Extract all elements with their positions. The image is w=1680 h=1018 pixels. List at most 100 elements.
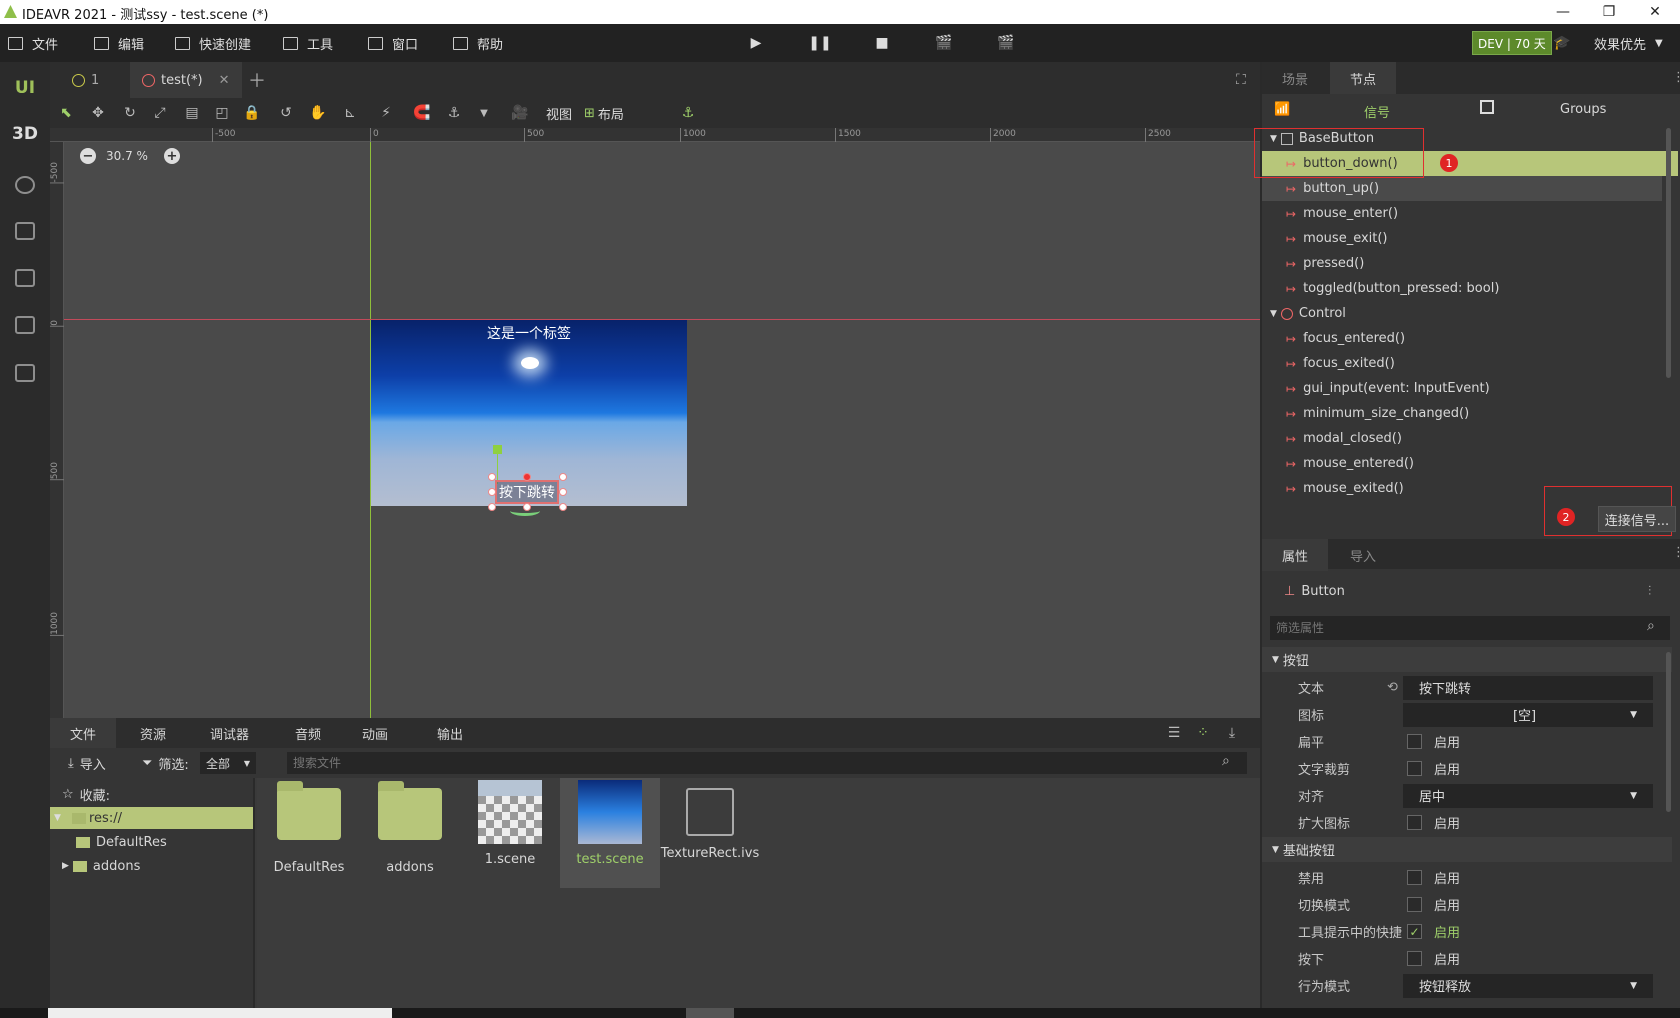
more-icon[interactable]: ⋮ <box>1672 70 1680 85</box>
menu-help[interactable]: 帮助 <box>453 24 503 62</box>
resize-handle[interactable] <box>523 473 531 481</box>
download-icon[interactable]: ⤓ <box>1222 723 1242 743</box>
action-mode-select[interactable]: 按钮释放 ▼ <box>1403 973 1653 998</box>
signal-item[interactable]: ↦ mouse_enter() <box>1262 201 1672 226</box>
file-item[interactable]: TextureRect.ivs <box>660 778 760 890</box>
maximize-button[interactable]: ❐ <box>1586 0 1632 24</box>
text-value-field[interactable]: 按下跳转 <box>1403 675 1653 700</box>
search-files-input[interactable] <box>287 752 1247 774</box>
align-select[interactable]: 居中 ▼ <box>1403 783 1653 808</box>
smart-snap-icon[interactable]: ⚓ <box>444 103 464 123</box>
add-tab-icon[interactable]: ＋ <box>248 62 266 98</box>
play-icon[interactable]: ▶ <box>744 33 768 53</box>
tab-properties[interactable]: 属性 <box>1262 539 1329 571</box>
revert-icon[interactable]: ⟲ <box>1387 680 1403 695</box>
expand-icon[interactable]: ▼ <box>54 813 61 823</box>
signal-item[interactable]: ↦ mouse_exit() <box>1262 226 1672 251</box>
tab-output[interactable]: 输出 <box>417 718 483 748</box>
stop-icon[interactable]: ■ <box>870 33 894 53</box>
zoom-in-icon[interactable]: + <box>164 148 180 164</box>
canvas-viewport[interactable]: -500 0 500 1000 1500 2000 2500 -500 0 50… <box>50 128 1260 718</box>
tab-1[interactable]: 1 <box>72 62 99 98</box>
resize-handle[interactable] <box>488 473 496 481</box>
3d-mode-button[interactable]: 3D <box>0 114 50 154</box>
disabled-checkbox[interactable] <box>1407 870 1422 885</box>
scene-label[interactable]: 这是一个标签 <box>371 323 687 343</box>
export-icon[interactable] <box>15 316 35 334</box>
play-custom-scene-icon[interactable]: 🎬 <box>994 33 1018 53</box>
menu-window[interactable]: 窗口 <box>368 24 418 62</box>
pivot-handle[interactable] <box>493 445 502 454</box>
zoom-out-icon[interactable]: − <box>80 148 96 164</box>
tab-groups[interactable]: Groups <box>1560 102 1606 117</box>
section-button[interactable]: ▼ 按钮 <box>1262 647 1672 672</box>
pivot-icon[interactable]: ↺ <box>276 103 296 123</box>
signal-item[interactable]: ↦ gui_input(event: InputEvent) <box>1262 376 1672 401</box>
filter-select[interactable]: 全部 ▼ <box>200 752 256 774</box>
play-scene-icon[interactable]: 🎬 <box>932 33 956 53</box>
section-base-button[interactable]: ▼ 基础按钮 <box>1262 837 1672 862</box>
tab-node[interactable]: 节点 <box>1330 62 1397 94</box>
pan-icon[interactable]: ✋ <box>308 103 328 123</box>
quality-dropdown[interactable]: 效果优先 ▼ <box>1594 24 1663 62</box>
resize-handle[interactable] <box>559 503 567 511</box>
close-icon[interactable]: ✕ <box>219 73 230 88</box>
signal-item[interactable]: ↦ focus_exited() <box>1262 351 1672 376</box>
tab-import[interactable]: 导入 <box>1330 539 1396 571</box>
signal-item[interactable]: ↦ toggled(button_pressed: bool) <box>1262 276 1672 301</box>
menu-quick-create[interactable]: 快速创建 <box>175 24 251 62</box>
file-item[interactable]: addons <box>360 778 460 890</box>
signal-class-control[interactable]: ▼ Control <box>1262 301 1672 326</box>
snap-icon[interactable]: 🧲 <box>412 103 432 123</box>
view-menu[interactable]: 视图 <box>546 103 572 123</box>
more-icon[interactable]: ⋮ <box>1672 545 1680 560</box>
pause-icon[interactable]: ❚❚ <box>808 33 832 53</box>
connect-signal-button[interactable]: 连接信号... <box>1598 506 1676 532</box>
tab-test[interactable]: test(*) ✕ <box>130 62 242 98</box>
rotate-icon[interactable]: ↻ <box>120 103 140 123</box>
resize-handle[interactable] <box>559 473 567 481</box>
scale-icon[interactable]: ⤢ <box>150 103 170 123</box>
import-button[interactable]: ⤓ 导入 <box>68 748 106 778</box>
scrollbar[interactable] <box>1666 128 1671 378</box>
resize-handle[interactable] <box>488 503 496 511</box>
file-item[interactable]: 1.scene <box>460 778 560 890</box>
chevron-down-icon[interactable]: ▼ <box>474 103 494 123</box>
signal-item[interactable]: ↦ modal_closed() <box>1262 426 1672 451</box>
toggle-mode-checkbox[interactable] <box>1407 897 1422 912</box>
minimize-button[interactable]: — <box>1540 0 1586 24</box>
import-icon[interactable] <box>15 364 35 382</box>
bone-icon[interactable]: ⚡ <box>376 103 396 123</box>
ruler-icon[interactable]: ◰ <box>212 103 232 123</box>
fullscreen-icon[interactable]: ⛶ <box>1236 62 1246 98</box>
tab-files[interactable]: 文件 <box>50 718 117 748</box>
list-select-icon[interactable]: ▤ <box>182 103 202 123</box>
signal-item[interactable]: ↦ button_up() <box>1262 176 1662 201</box>
store-icon[interactable] <box>15 222 35 240</box>
tab-animation[interactable]: 动画 <box>342 718 408 748</box>
tree-item-res[interactable]: res:// <box>50 807 253 829</box>
scrollbar[interactable] <box>1666 652 1671 812</box>
menu-tools[interactable]: 工具 <box>283 24 333 62</box>
path-icon[interactable] <box>15 176 35 194</box>
measure-icon[interactable]: ⊾ <box>340 103 360 123</box>
expand-icon-checkbox[interactable] <box>1407 815 1422 830</box>
resize-handle[interactable] <box>488 488 496 496</box>
flat-checkbox[interactable] <box>1407 734 1422 749</box>
icon-select[interactable]: [空] ▼ <box>1403 702 1653 727</box>
graduation-icon[interactable]: 🎓 <box>1550 33 1574 53</box>
clip-text-checkbox[interactable] <box>1407 761 1422 776</box>
move-icon[interactable]: ✥ <box>88 103 108 123</box>
menu-edit[interactable]: 编辑 <box>94 24 144 62</box>
tab-resources[interactable]: 资源 <box>120 718 186 748</box>
camera-icon[interactable]: 🎥 <box>510 103 530 123</box>
shortcut-checkbox[interactable]: ✓ <box>1407 924 1422 939</box>
list-view-icon[interactable]: ☰ <box>1164 723 1184 743</box>
anchor-icon[interactable]: ⚓ <box>678 103 698 123</box>
close-button[interactable]: ✕ <box>1632 0 1678 24</box>
signal-item[interactable]: ↦ mouse_entered() <box>1262 451 1672 476</box>
tab-audio[interactable]: 音频 <box>275 718 341 748</box>
tab-scene[interactable]: 场景 <box>1262 62 1328 94</box>
tab-debugger[interactable]: 调试器 <box>190 718 269 748</box>
selected-button[interactable]: 按下跳转 <box>495 480 559 504</box>
